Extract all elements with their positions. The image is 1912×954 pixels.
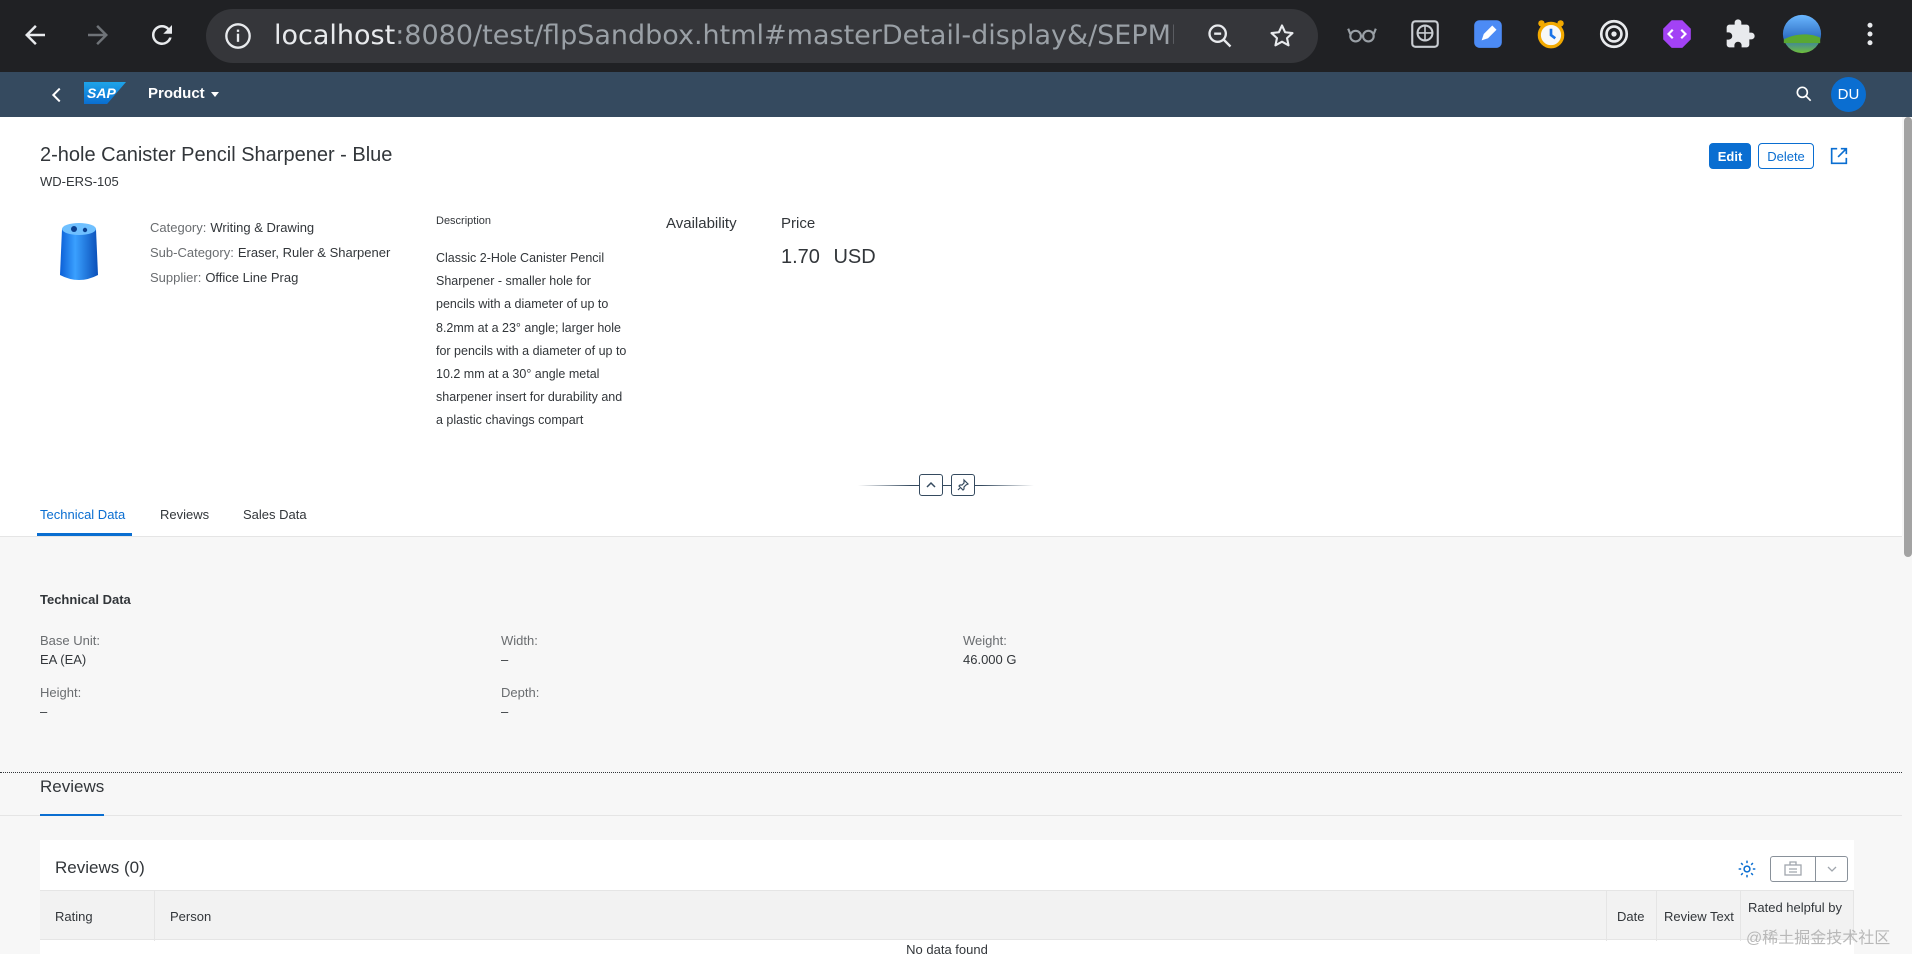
chevron-up-icon <box>926 481 936 488</box>
availability-label: Availability <box>666 215 737 232</box>
alarm-clock-extension-icon[interactable] <box>1531 14 1571 54</box>
scrollbar-thumb[interactable] <box>1904 117 1912 557</box>
field-weight: Weight: 46.000 G <box>963 633 1017 667</box>
export-menu-button[interactable] <box>1770 856 1848 882</box>
chevron-down-icon <box>1827 866 1836 872</box>
url-path: :8080/test/flpSandbox.html#masterDetail-… <box>395 21 1174 51</box>
product-id: WD-ERS-105 <box>40 174 119 189</box>
reviews-header-separator <box>0 815 1902 816</box>
collapse-header-button[interactable] <box>919 474 943 496</box>
back-icon[interactable] <box>46 84 68 106</box>
column-date[interactable]: Date <box>1607 891 1657 941</box>
puzzle-extensions-icon[interactable] <box>1720 14 1760 54</box>
technical-data-title: Technical Data <box>40 592 131 607</box>
reviews-table-title: Reviews (0) <box>55 858 145 877</box>
attribute-category: Category: Writing & Drawing <box>150 220 315 235</box>
reviews-section-title: Reviews <box>40 777 105 796</box>
anchor-tab-bar: Technical Data Reviews Sales Data <box>0 497 1902 537</box>
zoom-icon[interactable] <box>1206 22 1234 50</box>
column-rating[interactable]: Rating <box>40 891 155 941</box>
export-icon <box>1784 861 1802 876</box>
star-icon[interactable] <box>1268 22 1296 50</box>
tab-sales-data[interactable]: Sales Data <box>243 507 307 522</box>
address-bar[interactable]: localhost:8080/test/flpSandbox.html#mast… <box>206 9 1318 63</box>
gear-icon[interactable] <box>1737 859 1757 879</box>
pin-header-button[interactable] <box>951 474 975 496</box>
watermark-text: @稀土掘金技术社区 <box>1746 930 1891 947</box>
pin-icon <box>957 478 970 491</box>
share-icon[interactable] <box>1828 145 1850 167</box>
globe-extension-icon[interactable] <box>1405 14 1445 54</box>
url-text[interactable]: localhost:8080/test/flpSandbox.html#mast… <box>274 21 1174 51</box>
table-header: Rating Person Date Review Text Rated hel… <box>40 890 1854 941</box>
description-text: Classic 2-Hole Canister Pencil Sharpener… <box>436 251 627 428</box>
product-image <box>60 223 98 280</box>
description-label: Description <box>436 215 492 227</box>
field-depth: Depth: – <box>501 685 540 719</box>
page-scrollbar[interactable] <box>1902 117 1912 954</box>
url-host: localhost <box>274 21 396 51</box>
reviews-table: Reviews (0) Rating Person Date Review Te… <box>40 840 1854 954</box>
column-review-text[interactable]: Review Text <box>1657 891 1741 941</box>
product-attributes: Category: Writing & Drawing Sub-Category:… <box>150 215 390 290</box>
arrow-left-icon <box>25 25 45 45</box>
app-title: Product <box>148 85 205 102</box>
header-collapse-divider <box>858 485 1034 486</box>
caret-down-icon <box>210 91 219 97</box>
object-header: 2-hole Canister Pencil Sharpener - Blue … <box>0 117 1902 537</box>
field-width: Width: – <box>501 633 538 667</box>
browser-toolbar: localhost:8080/test/flpSandbox.html#mast… <box>0 0 1912 72</box>
user-avatar[interactable]: DU <box>1831 77 1866 112</box>
export-button[interactable] <box>1771 857 1816 881</box>
price-label: Price <box>781 215 816 232</box>
export-dropdown[interactable] <box>1816 857 1847 881</box>
arrow-right-icon <box>88 25 108 45</box>
target-extension-icon[interactable] <box>1594 14 1634 54</box>
column-person[interactable]: Person <box>155 891 1607 941</box>
reload-icon <box>151 24 172 45</box>
tab-technical-data[interactable]: Technical Data <box>40 507 125 522</box>
delete-button[interactable]: Delete <box>1758 143 1814 169</box>
field-height: Height: – <box>40 685 82 719</box>
search-icon[interactable] <box>1794 84 1814 104</box>
tab-selected-indicator <box>37 533 132 536</box>
edit-button[interactable]: Edit <box>1709 143 1751 169</box>
profile-avatar-icon[interactable] <box>1782 14 1822 54</box>
reviews-title-underline <box>40 814 104 816</box>
pen-extension-icon[interactable] <box>1468 14 1508 54</box>
browser-forward-button[interactable] <box>77 14 119 56</box>
section-divider <box>0 772 1902 773</box>
sap-logo: SAP <box>84 82 126 104</box>
app-title-menu[interactable]: Product <box>148 85 221 102</box>
no-data-text: No data found <box>906 942 988 954</box>
code-extension-icon[interactable] <box>1657 14 1697 54</box>
glasses-extension-icon[interactable] <box>1342 14 1382 54</box>
price-value: 1.70 USD <box>781 246 876 268</box>
browser-back-button[interactable] <box>14 14 56 56</box>
browser-menu-icon[interactable] <box>1850 14 1890 54</box>
attribute-supplier: Supplier: Office Line Prag <box>150 270 299 285</box>
tab-reviews[interactable]: Reviews <box>160 507 209 522</box>
product-title: 2-hole Canister Pencil Sharpener - Blue <box>40 144 393 166</box>
browser-reload-button[interactable] <box>141 14 183 56</box>
field-base-unit: Base Unit: EA (EA) <box>40 633 100 667</box>
shell-bar: SAP Product DU <box>0 72 1912 117</box>
info-icon[interactable] <box>224 22 252 50</box>
attribute-sub-category: Sub-Category: Eraser, Ruler & Sharpener <box>150 245 391 260</box>
